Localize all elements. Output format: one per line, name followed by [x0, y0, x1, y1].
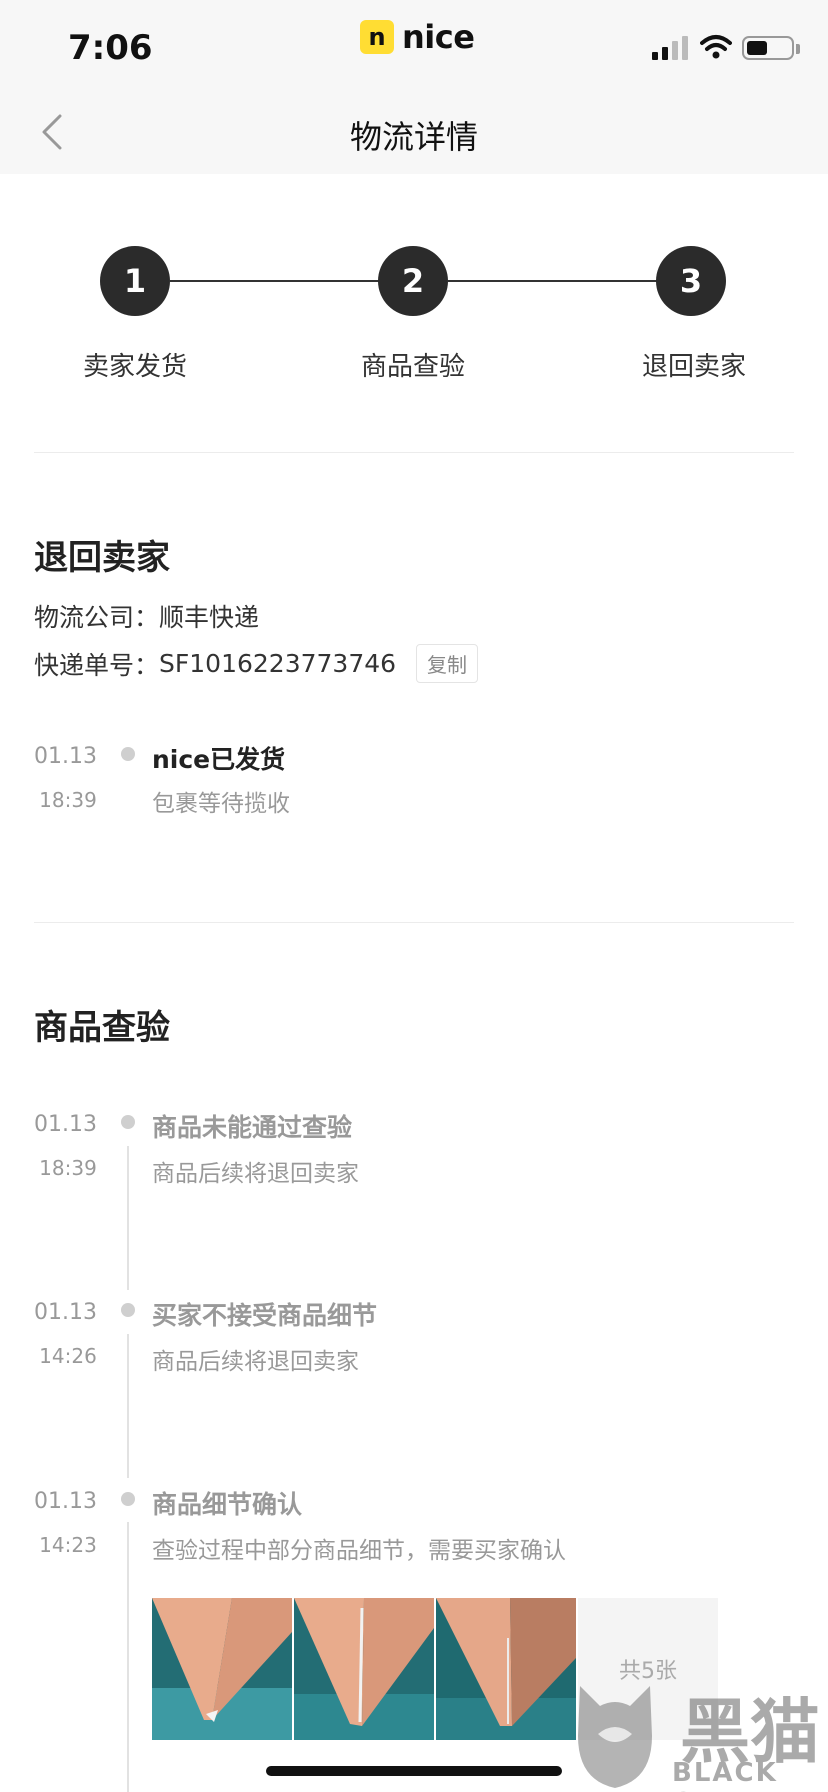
event-time: 18:39 — [39, 788, 97, 812]
timeline-dot — [121, 747, 135, 761]
event-time: 18:39 — [39, 1156, 97, 1180]
step-1-circle: 1 — [100, 246, 170, 316]
step-3-label: 退回卖家 — [641, 352, 746, 382]
timeline-dot — [121, 1115, 135, 1129]
event-date: 01.13 — [34, 744, 97, 769]
black-cat-watermark: 黑猫 BLACK CAT — [560, 1676, 828, 1792]
step-2-circle: 2 — [378, 246, 448, 316]
event-title: 商品细节确认 — [152, 1490, 303, 1519]
logistics-company: 物流公司： 顺丰快递 — [34, 598, 259, 634]
nice-logo-text: nice — [402, 18, 475, 56]
event-description: 商品后续将退回卖家 — [152, 1161, 359, 1187]
timeline-line — [127, 1146, 129, 1290]
page-title: 物流详情 — [349, 118, 478, 156]
company-value: 顺丰快递 — [159, 603, 260, 632]
timeline-dot — [121, 1303, 135, 1317]
watermark-en: BLACK CAT — [672, 1758, 778, 1792]
tracking-label: 快递单号： — [34, 650, 160, 680]
battery-nub — [796, 44, 800, 54]
tracking-value: SF1016223773746 — [159, 649, 397, 678]
cat-logo-icon — [578, 1686, 652, 1788]
photo-thumbnail[interactable] — [294, 1598, 434, 1740]
event-date: 01.13 — [34, 1112, 97, 1137]
copy-button[interactable]: 复制 — [416, 644, 479, 683]
timeline-line — [127, 1522, 129, 1792]
step-3-circle: 3 — [656, 246, 726, 316]
step-2-label: 商品查验 — [360, 352, 465, 382]
divider — [34, 922, 794, 923]
status-time: 7:06 — [68, 28, 153, 68]
return-section-title: 退回卖家 — [34, 538, 170, 578]
timeline-line — [127, 1334, 129, 1478]
battery-icon — [742, 36, 794, 60]
photo-thumbnail[interactable] — [152, 1598, 292, 1740]
progress-stepper: 1 2 3 卖家发货 商品查验 退回卖家 — [0, 174, 828, 452]
step-connector — [170, 280, 380, 282]
wifi-icon — [700, 35, 732, 59]
event-title: 商品未能通过查验 — [152, 1113, 353, 1142]
nice-logo-badge: n — [360, 20, 394, 54]
photo-thumbnail[interactable] — [436, 1598, 576, 1740]
divider — [34, 452, 794, 453]
status-bar: 7:06 n nice — [0, 0, 828, 90]
event-title: nice已发货 — [152, 745, 286, 774]
event-time: 14:23 — [39, 1533, 97, 1557]
signal-icon — [652, 36, 688, 60]
event-date: 01.13 — [34, 1300, 97, 1325]
event-description: 包裹等待揽收 — [152, 791, 290, 817]
tracking-number: 快递单号： SF1016223773746 复制 — [34, 644, 479, 683]
event-title: 买家不接受商品细节 — [152, 1301, 378, 1330]
event-date: 01.13 — [34, 1489, 97, 1514]
nav-bar: 物流详情 — [0, 90, 828, 174]
event-time: 14:26 — [39, 1344, 97, 1368]
home-indicator[interactable] — [266, 1766, 562, 1776]
step-1-label: 卖家发货 — [82, 352, 187, 382]
timeline-dot — [121, 1492, 135, 1506]
inspection-section-title: 商品查验 — [34, 1008, 170, 1048]
step-connector — [448, 280, 658, 282]
company-label: 物流公司： — [34, 603, 160, 632]
event-description: 商品后续将退回卖家 — [152, 1349, 359, 1375]
nice-logo: n nice — [360, 18, 475, 56]
event-description: 查验过程中部分商品细节，需要买家确认 — [152, 1538, 566, 1564]
